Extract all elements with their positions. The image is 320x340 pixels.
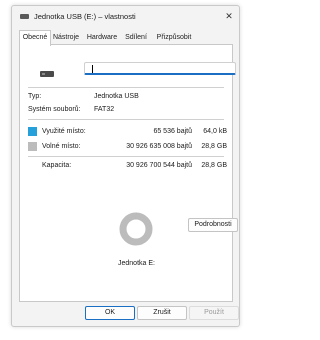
title-bar[interactable]: Jednotka USB (E:) – vlastnosti ✕: [12, 6, 239, 27]
type-label: Typ:: [28, 93, 42, 100]
separator: [28, 119, 224, 120]
used-space-label: Využité místo:: [42, 128, 86, 135]
text-caret: [92, 65, 93, 73]
general-panel: Typ: Jednotka USB Systém souborů: FAT32 …: [19, 44, 238, 302]
free-space-bytes: 30 926 635 008 bajtů: [126, 143, 192, 150]
tab-hardware[interactable]: Hardware: [85, 32, 119, 44]
used-space-swatch: [28, 127, 37, 136]
donut-free-segment: [119, 212, 153, 246]
used-space-size: 64,0 kB: [203, 128, 227, 135]
tab-tools[interactable]: Nástroje: [51, 32, 81, 44]
capacity-size: 28,8 GB: [201, 162, 227, 169]
tab-general[interactable]: Obecné: [19, 30, 51, 46]
apply-button: Použít: [189, 306, 239, 320]
free-space-label: Volné místo:: [42, 143, 81, 150]
filesystem-label: Systém souborů:: [28, 106, 81, 113]
tab-customize[interactable]: Přizpůsobit: [153, 32, 195, 44]
drive-name-input[interactable]: [84, 62, 236, 75]
drive-letter-label: Jednotka E:: [118, 260, 155, 267]
usage-donut-chart: [119, 212, 153, 246]
tab-sharing[interactable]: Sdílení: [122, 32, 150, 44]
type-value: Jednotka USB: [94, 93, 139, 100]
capacity-bytes: 30 926 700 544 bajtů: [126, 162, 192, 169]
separator: [28, 156, 224, 157]
close-button[interactable]: ✕: [223, 10, 235, 22]
capacity-label: Kapacita:: [42, 162, 72, 169]
properties-window: Jednotka USB (E:) – vlastnosti ✕ Obecné …: [11, 5, 240, 327]
window-title: Jednotka USB (E:) – vlastnosti: [34, 12, 136, 21]
free-space-size: 28,8 GB: [201, 143, 227, 150]
details-button[interactable]: Podrobnosti: [188, 218, 238, 232]
used-space-bytes: 65 536 bajtů: [153, 128, 192, 135]
cancel-button[interactable]: Zrušit: [137, 306, 187, 320]
usb-drive-icon: [20, 14, 29, 19]
filesystem-value: FAT32: [94, 106, 115, 113]
free-space-swatch: [28, 142, 37, 151]
usb-drive-icon: [40, 71, 54, 77]
ok-button[interactable]: OK: [85, 306, 135, 320]
separator: [28, 87, 224, 88]
